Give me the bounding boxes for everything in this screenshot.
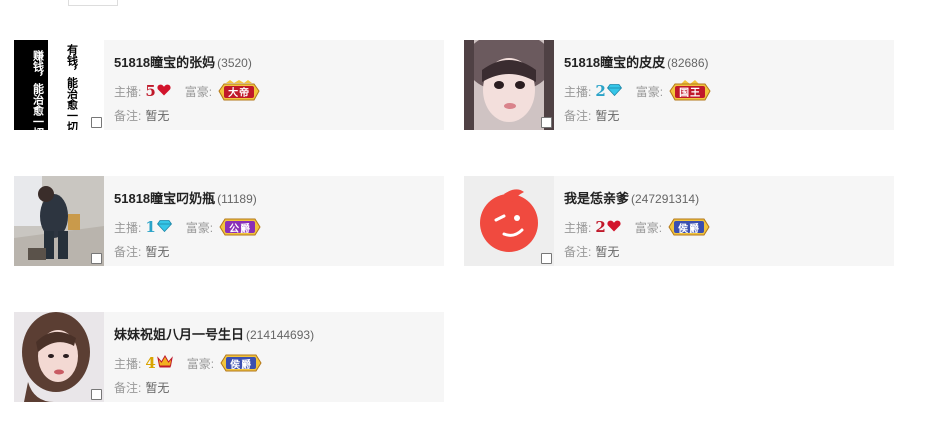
rich-badge: 大帝	[216, 80, 262, 102]
rich-badge-text: 大帝	[228, 88, 251, 99]
anchor-id: (3520)	[217, 56, 252, 70]
note-label: 备注:	[114, 245, 142, 259]
anchor-name[interactable]: 51818瞳宝叼奶瓶	[114, 191, 215, 206]
note-value: 暂无	[145, 109, 170, 123]
select-checkbox[interactable]	[91, 253, 102, 264]
rich-badge: 国王	[667, 80, 713, 102]
anchor-level-value: 4	[145, 354, 156, 372]
select-checkbox[interactable]	[541, 253, 552, 264]
anchor-card: 妹妹祝姐八月一号生日 (214144693) 主播: 4 富豪: 侯爵 备注: 暂无	[14, 312, 444, 402]
heart-icon	[607, 220, 621, 235]
note-value: 暂无	[595, 109, 620, 123]
anchor-level-value: 1	[145, 218, 156, 236]
anchor-card: 51818瞳宝叼奶瓶 (11189) 主播: 1 富豪: 公爵 备注: 暂无	[14, 176, 444, 266]
anchor-id: (247291314)	[631, 192, 700, 206]
top-tab[interactable]	[68, 0, 118, 6]
anchor-level-label: 主播:	[114, 84, 142, 99]
anchor-card: 51818瞳宝的皮皮 (82686) 主播: 2 富豪: 国王 备注: 暂无	[464, 40, 894, 130]
select-checkbox[interactable]	[91, 117, 102, 128]
anchor-level-label: 主播:	[564, 84, 592, 99]
rich-level-label: 富豪:	[184, 84, 213, 99]
rich-level-label: 富豪:	[186, 356, 215, 371]
note-label: 备注:	[114, 381, 142, 395]
note-label: 备注:	[564, 245, 592, 259]
note-value: 暂无	[145, 245, 170, 259]
note-label: 备注:	[564, 109, 592, 123]
rich-level-label: 富豪:	[635, 84, 664, 99]
diamond-icon	[156, 219, 172, 235]
anchor-name[interactable]: 我是恁亲爹	[564, 191, 629, 206]
crown-icon	[156, 355, 173, 371]
rich-level-label: 富豪:	[634, 220, 663, 235]
anchor-name[interactable]: 妹妹祝姐八月一号生日	[114, 327, 244, 342]
rich-badge-text: 侯爵	[678, 224, 701, 235]
rich-level-label: 富豪:	[185, 220, 214, 235]
rich-badge-text: 公爵	[229, 224, 252, 235]
select-checkbox[interactable]	[541, 117, 552, 128]
note-label: 备注:	[114, 109, 142, 123]
anchor-level-value: 2	[595, 82, 606, 100]
note-value: 暂无	[145, 381, 170, 395]
anchor-card: 我是恁亲爹 (247291314) 主播: 2 富豪: 侯爵 备注: 暂无	[464, 176, 894, 266]
diamond-icon	[606, 83, 622, 99]
anchor-id: (82686)	[667, 56, 709, 70]
note-value: 暂无	[595, 245, 620, 259]
rich-badge: 侯爵	[666, 216, 712, 238]
rich-badge-text: 侯爵	[230, 360, 253, 371]
anchor-level-label: 主播:	[564, 220, 592, 235]
rich-badge: 侯爵	[218, 352, 264, 374]
anchor-level-label: 主播:	[114, 220, 142, 235]
anchor-name[interactable]: 51818瞳宝的皮皮	[564, 55, 665, 70]
select-checkbox[interactable]	[91, 389, 102, 400]
anchor-level-value: 5	[145, 82, 156, 100]
anchor-name[interactable]: 51818瞳宝的张妈	[114, 55, 215, 70]
rich-badge: 公爵	[217, 216, 263, 238]
anchor-card: 赚钱，能治愈一切烦 有钱，能治愈一切 51818瞳宝的张妈 (3520) 主播: …	[14, 40, 444, 130]
anchor-level-label: 主播:	[114, 356, 142, 371]
anchor-id: (11189)	[217, 192, 257, 206]
heart-icon	[157, 84, 171, 99]
avatar-text-right: 有钱，能治愈一切	[66, 43, 79, 130]
anchor-level-value: 2	[595, 218, 606, 236]
avatar-text-left: 赚钱，能治愈一切烦	[32, 49, 46, 130]
anchor-id: (214144693)	[246, 328, 315, 342]
rich-badge-text: 国王	[679, 88, 702, 99]
